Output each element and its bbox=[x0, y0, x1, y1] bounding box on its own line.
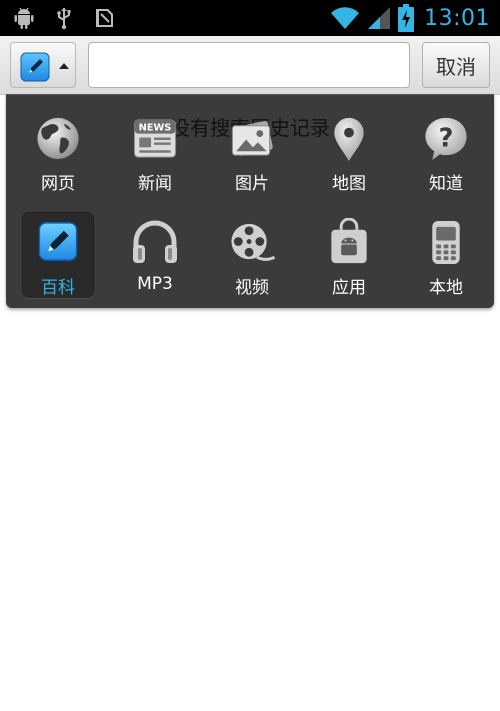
category-zhidao[interactable]: ? 知道 bbox=[410, 108, 482, 194]
globe-icon bbox=[37, 117, 79, 160]
usb-icon bbox=[57, 8, 71, 30]
category-news[interactable]: NEWS 新闻 bbox=[119, 108, 191, 194]
category-label: MP3 bbox=[137, 274, 173, 294]
category-video[interactable]: 视频 bbox=[216, 212, 288, 298]
notification-icons bbox=[12, 6, 116, 30]
category-mp3[interactable]: MP3 bbox=[119, 212, 191, 298]
chevron-down-icon bbox=[59, 63, 69, 69]
wifi-icon bbox=[331, 7, 360, 29]
search-engine-selector[interactable] bbox=[10, 42, 76, 88]
status-bar: 13:01 bbox=[0, 0, 500, 36]
category-label: 地图 bbox=[332, 174, 366, 194]
android-debug-icon bbox=[14, 7, 34, 29]
category-label: 图片 bbox=[235, 174, 269, 194]
category-local[interactable]: 本地 bbox=[410, 212, 482, 298]
category-web[interactable]: 网页 bbox=[22, 108, 94, 194]
category-label: 视频 bbox=[235, 278, 269, 298]
map-pin-icon bbox=[334, 117, 364, 162]
picture-icon bbox=[231, 121, 273, 156]
svg-text:?: ? bbox=[439, 123, 454, 153]
film-reel-icon bbox=[231, 223, 276, 261]
signal-icon bbox=[368, 7, 391, 29]
android-bag-icon bbox=[331, 218, 367, 264]
clock: 13:01 bbox=[424, 5, 490, 31]
system-icons: 13:01 bbox=[330, 4, 490, 32]
svg-text:NEWS: NEWS bbox=[139, 123, 172, 134]
cancel-button[interactable]: 取消 bbox=[422, 42, 490, 88]
category-label: 应用 bbox=[332, 278, 366, 298]
search-input[interactable] bbox=[88, 42, 410, 88]
battery-charging-icon bbox=[398, 4, 415, 32]
category-images[interactable]: 图片 bbox=[216, 108, 288, 194]
baike-pencil-icon bbox=[20, 52, 50, 82]
news-icon: NEWS bbox=[133, 119, 177, 158]
baike-pencil-icon bbox=[38, 222, 78, 261]
category-label: 新闻 bbox=[138, 174, 172, 194]
headphones-icon bbox=[133, 220, 177, 263]
category-label: 本地 bbox=[429, 278, 463, 298]
category-baike[interactable]: 百科 bbox=[22, 212, 94, 298]
category-label: 知道 bbox=[429, 174, 463, 194]
sd-card-icon bbox=[96, 9, 113, 27]
category-label: 百科 bbox=[41, 278, 75, 298]
category-maps[interactable]: 地图 bbox=[313, 108, 385, 194]
category-label: 网页 bbox=[41, 174, 75, 194]
question-bubble-icon: ? bbox=[425, 117, 467, 161]
search-bar: 取消 bbox=[0, 36, 500, 95]
phone-icon bbox=[432, 220, 460, 265]
category-apps[interactable]: 应用 bbox=[313, 212, 385, 298]
